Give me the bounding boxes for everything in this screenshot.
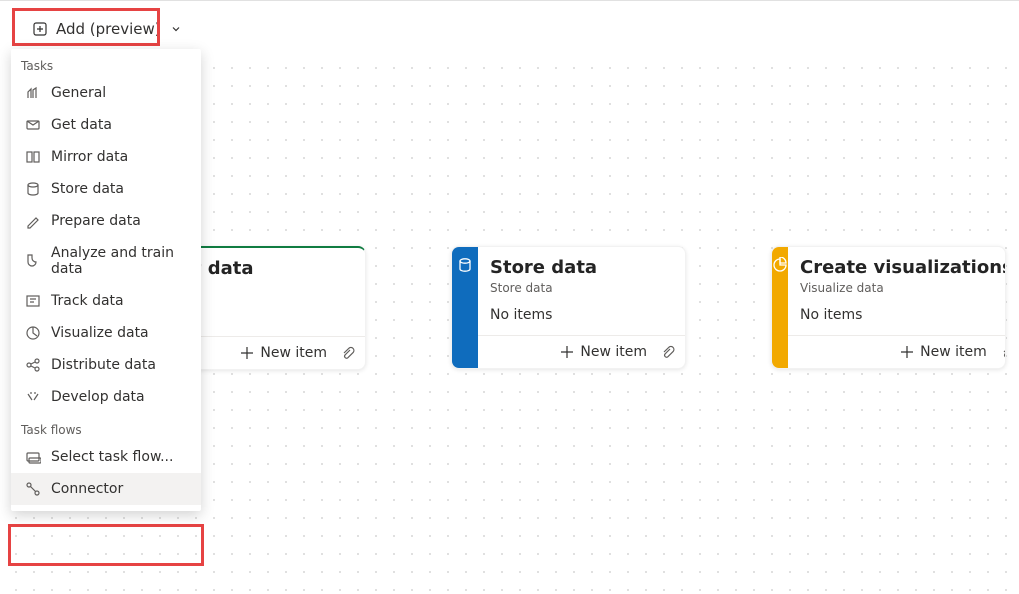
new-item-button[interactable]: New item [896,342,991,362]
card-title: Store data [490,257,673,279]
analyze-icon [25,253,41,269]
task-card-create-visualizations[interactable]: Create visualizations Visualize data No … [771,246,1006,369]
card-subtitle: Store data [490,281,673,295]
database-icon [457,257,473,273]
attach-icon [661,345,675,359]
visualize-icon [25,325,41,341]
menu-item-label: Distribute data [51,357,156,373]
menu-item-develop-data[interactable]: Develop data [11,381,201,413]
menu-item-prepare-data[interactable]: Prepare data [11,205,201,237]
card-subtitle: Visualize data [800,281,1006,295]
plus-square-icon [32,21,48,37]
new-item-label: New item [580,344,647,360]
menu-item-distribute-data[interactable]: Distribute data [11,349,201,381]
top-divider [0,0,1019,1]
menu-item-mirror-data[interactable]: Mirror data [11,141,201,173]
new-item-button[interactable]: New item [556,342,651,362]
general-icon [25,85,41,101]
add-button[interactable]: Add (preview) [22,16,191,42]
menu-section-tasks: Tasks [11,49,201,77]
menu-item-get-data[interactable]: Get data [11,109,201,141]
card-body: Create visualizations Visualize data No … [788,247,1006,368]
card-title: Create visualizations [800,257,1006,279]
menu-item-label: General [51,85,106,101]
menu-item-select-task-flow[interactable]: Select task flow... [11,441,201,473]
menu-item-connector[interactable]: Connector [11,473,201,505]
menu-item-label: Store data [51,181,124,197]
plus-icon [240,346,254,360]
task-flow-icon [25,449,41,465]
menu-item-visualize-data[interactable]: Visualize data [11,317,201,349]
distribute-icon [25,357,41,373]
mirror-data-icon [25,149,41,165]
add-dropdown-menu: Tasks General Get data Mirror data Store… [11,49,201,511]
new-item-label: New item [260,345,327,361]
pie-chart-icon [772,257,788,273]
menu-item-track-data[interactable]: Track data [11,285,201,317]
menu-item-label: Track data [51,293,124,309]
attach-button[interactable] [1001,345,1006,359]
prepare-data-icon [25,213,41,229]
attach-button[interactable] [341,346,355,360]
menu-item-label: Visualize data [51,325,149,341]
card-footer: New item [478,335,685,368]
card-status: No items [490,307,673,323]
attach-icon [341,346,355,360]
menu-item-label: Prepare data [51,213,141,229]
get-data-icon [25,117,41,133]
card-status: No items [800,307,1006,323]
menu-item-analyze-train-data[interactable]: Analyze and train data [11,237,201,285]
task-card-store-data[interactable]: Store data Store data No items New item [451,246,686,369]
store-data-icon [25,181,41,197]
menu-item-general[interactable]: General [11,77,201,109]
card-stripe [772,247,788,368]
attach-icon [1001,345,1006,359]
menu-item-label: Analyze and train data [51,245,189,277]
menu-section-task-flows: Task flows [11,413,201,441]
add-button-label: Add (preview) [56,20,161,38]
chevron-down-icon [171,24,181,34]
menu-item-label: Mirror data [51,149,128,165]
menu-item-label: Connector [51,481,123,497]
card-stripe [452,247,478,368]
plus-icon [560,345,574,359]
plus-icon [900,345,914,359]
menu-item-label: Get data [51,117,112,133]
menu-item-label: Select task flow... [51,449,173,465]
menu-item-store-data[interactable]: Store data [11,173,201,205]
card-body: Store data Store data No items New item [478,247,685,368]
card-footer: New item [788,335,1006,368]
track-data-icon [25,293,41,309]
new-item-button[interactable]: New item [236,343,331,363]
connector-icon [25,481,41,497]
attach-button[interactable] [661,345,675,359]
menu-item-label: Develop data [51,389,145,405]
develop-icon [25,389,41,405]
new-item-label: New item [920,344,987,360]
